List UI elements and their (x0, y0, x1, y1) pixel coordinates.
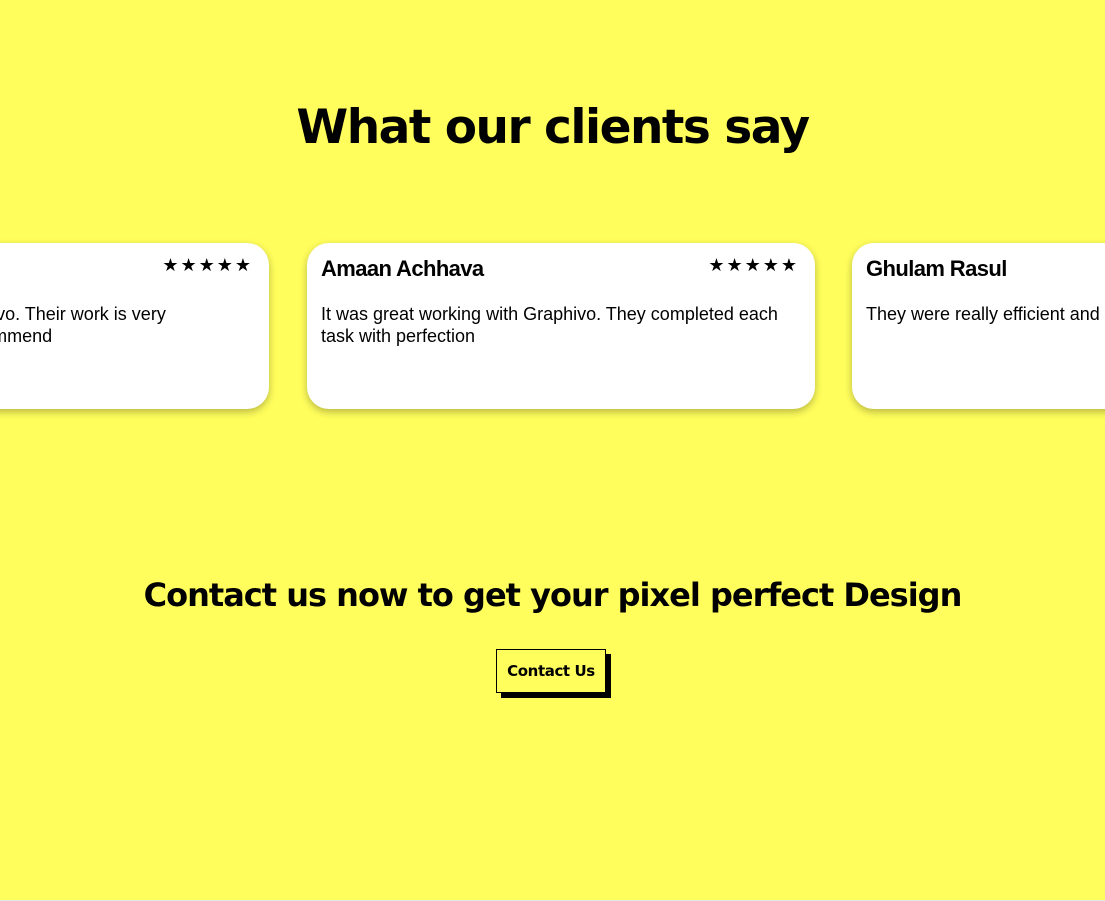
testimonial-text: It was great working with Graphivo. Thei… (0, 304, 166, 346)
testimonial-card: ★★★★★ It was great working with Graphivo… (0, 243, 269, 409)
testimonial-text: They were really efficient and paid atte… (866, 304, 1105, 324)
testimonials-carousel[interactable]: ★★★★★ It was great working with Graphivo… (0, 243, 1105, 423)
page: What our clients say ★★★★★ It was great … (0, 0, 1105, 900)
testimonial-card: Ghulam Rasul ★★★★★ They were really effi… (852, 243, 1105, 409)
contact-heading: Contact us now to get your pixel perfect… (143, 576, 963, 614)
testimonial-author: Amaan Achhava (321, 256, 484, 281)
testimonials-heading: What our clients say (296, 100, 810, 155)
testimonial-card: Amaan Achhava ★★★★★ It was great working… (307, 243, 815, 409)
contact-us-button[interactable]: Contact Us (496, 649, 606, 693)
testimonial-author: Ghulam Rasul (866, 256, 1007, 281)
star-rating-icon: ★★★★★ (708, 255, 799, 276)
testimonial-text: It was great working with Graphivo. They… (321, 304, 778, 346)
star-rating-icon: ★★★★★ (162, 255, 253, 276)
